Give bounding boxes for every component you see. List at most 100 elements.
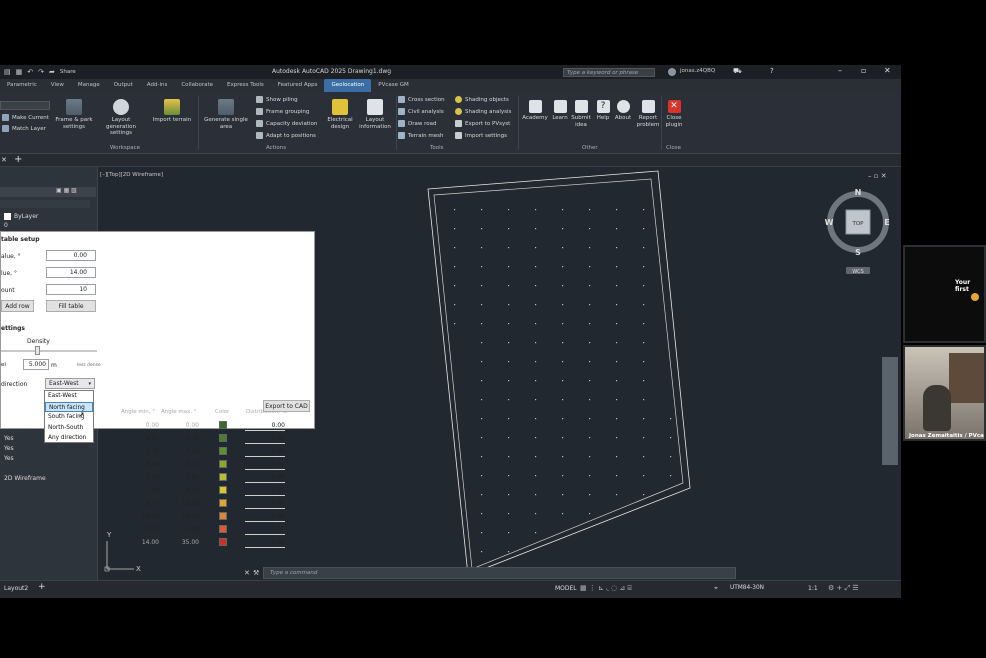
table-cell-min[interactable]: 5.25	[123, 474, 159, 481]
frame-grouping-button[interactable]: Frame grouping	[256, 108, 309, 115]
save-icon[interactable]: ▦	[16, 68, 23, 76]
color-swatch[interactable]	[219, 473, 227, 481]
color-swatch[interactable]	[219, 525, 227, 533]
wrench-icon[interactable]: ⚒	[253, 569, 259, 577]
layout-generation-settings-button[interactable]: Layout generation settings	[96, 99, 146, 137]
about-button[interactable]: About	[613, 100, 633, 122]
redo-icon[interactable]: ↷	[38, 68, 44, 76]
help-icon[interactable]: ?	[770, 67, 774, 75]
count-input[interactable]: 10	[46, 284, 96, 295]
table-cell-max[interactable]: 1.75	[161, 435, 199, 442]
model-space-button[interactable]: MODEL	[555, 585, 577, 592]
help-button[interactable]: ? Help	[593, 100, 613, 122]
direction-option[interactable]: Any direction	[45, 433, 93, 444]
color-swatch[interactable]	[219, 434, 227, 442]
direction-option[interactable]: North-South	[45, 423, 93, 434]
ribbon-tab-featured-apps[interactable]: Featured Apps	[271, 79, 325, 92]
academy-button[interactable]: Academy	[520, 100, 550, 122]
show-piling-button[interactable]: Show piling	[256, 96, 298, 103]
color-swatch[interactable]	[219, 512, 227, 520]
direction-select[interactable]: East-West ▾	[45, 378, 95, 389]
submit-idea-button[interactable]: Submit idea	[570, 100, 592, 128]
command-close-icon[interactable]: ✕	[244, 569, 250, 577]
navigation-bar[interactable]	[882, 357, 898, 465]
table-cell-max[interactable]: 7.00	[161, 474, 199, 481]
layer-dropdown[interactable]	[0, 101, 50, 110]
cart-icon[interactable]: ⛟	[733, 67, 742, 76]
learn-button[interactable]: Learn	[549, 100, 571, 122]
search-input[interactable]: Type a keyword or phrase	[563, 68, 655, 77]
frame-park-settings-button[interactable]: Frame & park settings	[52, 99, 96, 130]
capacity-deviation-button[interactable]: Capacity deviation	[256, 120, 317, 127]
add-layout-button[interactable]: +	[38, 582, 46, 592]
palette-filter[interactable]	[0, 200, 90, 208]
open-icon[interactable]: ▤	[4, 68, 11, 76]
new-tab-button[interactable]: +	[14, 154, 22, 165]
electrical-design-button[interactable]: Electrical design	[322, 99, 358, 130]
color-swatch[interactable]	[219, 499, 227, 507]
command-input[interactable]: Type a command	[270, 570, 317, 576]
color-swatch[interactable]	[219, 486, 227, 494]
cross-section-button[interactable]: Cross section	[398, 96, 445, 103]
max-value-input[interactable]: 14.00	[46, 267, 96, 278]
table-cell-max[interactable]: 14.00	[161, 526, 199, 533]
ribbon-tab-add-ins[interactable]: Add-ins	[140, 79, 175, 92]
import-terrain-button[interactable]: Import terrain	[150, 99, 194, 124]
annotation-scale[interactable]: 1:1	[808, 585, 818, 592]
table-cell-max[interactable]: 3.50	[161, 448, 199, 455]
table-cell-min[interactable]: 14.00	[123, 539, 159, 546]
ribbon-tab-parametric[interactable]: Parametric	[0, 79, 44, 92]
share-label[interactable]: Share	[60, 69, 76, 75]
ribbon-tab-pvcase-gm[interactable]: PVcase GM	[371, 79, 415, 92]
ribbon-tab-collaborate[interactable]: Collaborate	[174, 79, 220, 92]
density-slider-track[interactable]	[1, 350, 97, 352]
make-current-button[interactable]: Make Current	[2, 114, 49, 121]
color-swatch[interactable]	[219, 421, 227, 429]
table-cell-min[interactable]: 0.00	[123, 422, 159, 429]
direction-option[interactable]: North facing	[45, 401, 93, 412]
shading-analysis-button[interactable]: Shading analysis	[455, 108, 511, 115]
minimize-button[interactable]: –	[838, 66, 842, 75]
export-to-cad-button[interactable]: Export to CAD	[263, 400, 310, 412]
table-cell-min[interactable]: 3.50	[123, 461, 159, 468]
color-row[interactable]: ByLayer	[4, 213, 38, 220]
table-cell-min[interactable]: 12.25	[123, 526, 159, 533]
table-cell-min[interactable]: 1.75	[123, 448, 159, 455]
table-cell-min[interactable]: 0.00	[123, 435, 159, 442]
layout-tab[interactable]: Layout2	[4, 585, 28, 592]
palette-selector[interactable]	[0, 187, 96, 197]
terrain-mesh-button[interactable]: Terrain mesh	[398, 132, 443, 139]
viewport-controls[interactable]: – ▫ ✕	[868, 172, 887, 180]
match-layer-button[interactable]: Match Layer	[2, 125, 46, 132]
color-swatch[interactable]	[219, 460, 227, 468]
viewcube-north[interactable]: N	[855, 188, 862, 197]
close-button[interactable]: ✕	[884, 66, 891, 75]
draw-road-button[interactable]: Draw road	[398, 120, 436, 127]
ribbon-tab-express-tools[interactable]: Express Tools	[220, 79, 271, 92]
share-icon[interactable]: ➦	[49, 68, 55, 76]
command-line[interactable]: ✕ ⚒ Type a command	[244, 567, 736, 579]
drafting-tools-icons[interactable]: ▦ ⋮ ⊾ ◟ ◌ ⊿ ⌸	[580, 584, 632, 593]
table-cell-min[interactable]: 8.75	[123, 500, 159, 507]
undo-icon[interactable]: ↶	[27, 68, 33, 76]
user-icon[interactable]	[668, 68, 676, 76]
ribbon-tab-output[interactable]: Output	[107, 79, 140, 92]
add-row-button[interactable]: Add row	[1, 300, 34, 312]
table-cell-max[interactable]: 0.00	[161, 422, 199, 429]
report-problem-button[interactable]: Report problem	[634, 100, 662, 128]
min-value-input[interactable]: 0.00	[46, 250, 96, 261]
coordinate-system[interactable]: UTM84-30N	[730, 585, 764, 591]
color-swatch[interactable]	[219, 538, 227, 546]
table-cell-max[interactable]: 35.00	[161, 539, 199, 546]
shading-objects-button[interactable]: Shading objects	[455, 96, 509, 103]
table-cell-min[interactable]: 7.00	[123, 487, 159, 494]
table-cell-max[interactable]: 10.50	[161, 500, 199, 507]
color-swatch[interactable]	[219, 447, 227, 455]
geolocation-icon[interactable]: ⌖	[714, 584, 718, 593]
user-name[interactable]: jonas.z4QBQ	[680, 68, 715, 74]
close-tab-icon[interactable]: ✕	[1, 156, 7, 164]
viewcube-south[interactable]: S	[855, 248, 861, 257]
gear-icon[interactable]: ⚙ + ⤢ ☰	[828, 584, 859, 593]
density-slider-thumb[interactable]	[35, 346, 40, 355]
export-pvsyst-button[interactable]: Export to PVsyst	[455, 120, 510, 127]
